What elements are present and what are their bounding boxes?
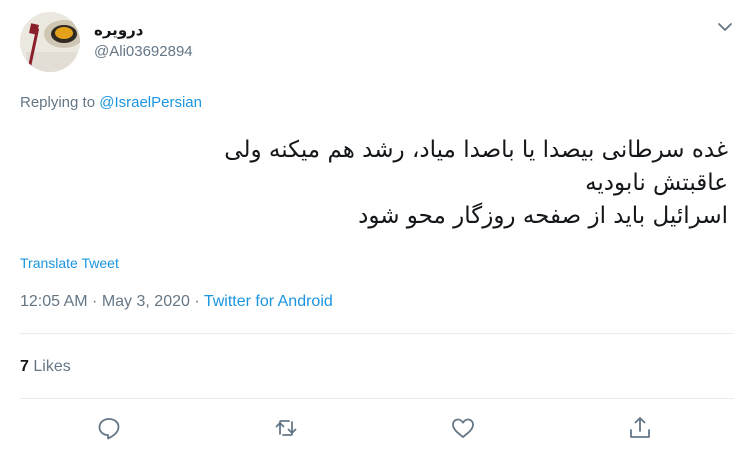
- avatar[interactable]: [20, 12, 80, 72]
- meta-separator: ·: [189, 293, 204, 310]
- share-icon[interactable]: [626, 414, 654, 442]
- tweet-meta: 12:05 AM · May 3, 2020 · Twitter for And…: [20, 293, 333, 311]
- tweet-line: اسرائیل باید از صفحه روزگار محو شود: [358, 203, 728, 229]
- tweet-time[interactable]: 12:05 AM: [20, 293, 88, 310]
- likes-count: 7: [20, 358, 29, 375]
- tweet-source[interactable]: Twitter for Android: [204, 293, 333, 310]
- tweet-line: عاقبتش نابودیه: [585, 170, 728, 196]
- retweet-icon[interactable]: [272, 414, 300, 442]
- user-names: درویره @Ali03692894: [94, 21, 193, 62]
- tweet-text: غده سرطانی بیصدا یا باصدا میاد، رشد هم م…: [20, 134, 728, 233]
- replying-to: Replying to @IsraelPersian: [20, 94, 202, 111]
- replying-mention[interactable]: @IsraelPersian: [99, 94, 202, 111]
- display-name[interactable]: درویره: [94, 21, 193, 40]
- heart-icon[interactable]: [449, 414, 477, 442]
- replying-prefix: Replying to: [20, 94, 96, 111]
- avatar-image: [20, 12, 80, 72]
- tweet-date[interactable]: May 3, 2020: [102, 293, 190, 310]
- tweet-header: درویره @Ali03692894: [20, 12, 734, 76]
- likes-stat[interactable]: 7 Likes: [20, 358, 71, 376]
- reply-icon[interactable]: [95, 414, 123, 442]
- tweet-line: غده سرطانی بیصدا یا باصدا میاد، رشد هم م…: [224, 137, 728, 163]
- action-bar: [95, 414, 665, 442]
- chevron-down-icon[interactable]: [716, 18, 734, 36]
- user-handle[interactable]: @Ali03692894: [94, 42, 193, 62]
- divider: [20, 398, 734, 399]
- likes-label: Likes: [33, 358, 71, 375]
- divider: [20, 333, 734, 334]
- meta-separator: ·: [87, 293, 102, 310]
- translate-tweet-link[interactable]: Translate Tweet: [20, 255, 119, 271]
